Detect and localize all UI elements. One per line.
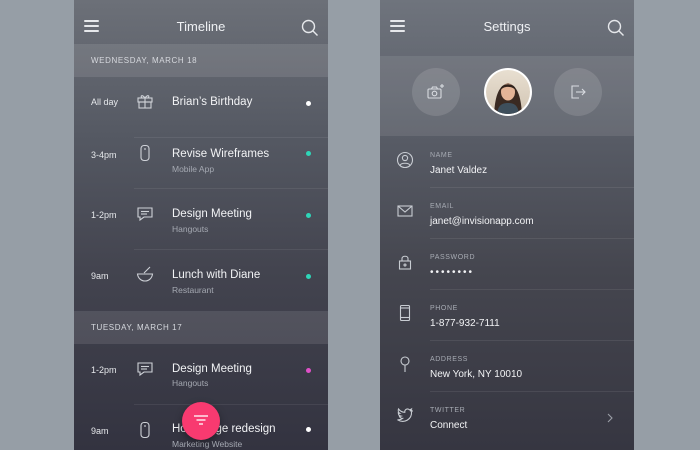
chevron-right-icon[interactable]	[606, 413, 614, 423]
event-status-dot	[306, 213, 311, 218]
chat-icon	[137, 207, 153, 222]
avatar-photo	[494, 83, 522, 114]
event-status-dot	[306, 427, 311, 432]
logout-icon	[571, 85, 586, 99]
settings-screen: Settings NAME Janet Valdez EMAIL janet@i…	[380, 0, 634, 450]
bowl-icon	[136, 266, 154, 282]
field-label: PHONE	[430, 305, 458, 312]
change-photo-button[interactable]	[412, 68, 460, 116]
event-row[interactable]: 9am Lunch with Diane Restaurant	[74, 250, 328, 311]
event-time: 1-2pm	[91, 210, 117, 220]
event-time: All day	[91, 97, 119, 107]
event-row[interactable]: 1-2pm Design Meeting Hangouts	[74, 344, 328, 405]
event-title: Revise Wireframes	[172, 148, 270, 160]
email-field[interactable]: EMAIL janet@invisionapp.com	[380, 188, 634, 239]
event-status-dot	[306, 368, 311, 373]
event-row[interactable]: 1-2pm Design Meeting Hangouts	[74, 189, 328, 250]
field-value: 1-877-932-7111	[430, 318, 500, 329]
field-value: ••••••••	[430, 267, 475, 278]
event-time: 3-4pm	[91, 150, 117, 160]
event-subtitle: Restaurant	[172, 285, 214, 295]
field-label: EMAIL	[430, 203, 455, 210]
address-field[interactable]: ADDRESS New York, NY 10010	[380, 341, 634, 392]
field-value: Janet Valdez	[430, 165, 488, 176]
day-header: TUESDAY, MARCH 17	[74, 311, 328, 344]
event-row[interactable]: 3-4pm Revise Wireframes Mobile App	[74, 128, 328, 189]
event-time: 1-2pm	[91, 365, 117, 375]
settings-top-bar: Settings	[380, 0, 634, 56]
location-pin-icon	[400, 356, 410, 372]
phone-field[interactable]: PHONE 1-877-932-7111	[380, 290, 634, 341]
field-value: Connect	[430, 420, 468, 431]
twitter-icon	[397, 407, 413, 422]
password-field[interactable]: PASSWORD ••••••••	[380, 239, 634, 290]
event-status-dot	[306, 151, 311, 156]
event-title: Lunch with Diane	[172, 269, 261, 281]
event-title: Design Meeting	[172, 363, 252, 375]
phone-icon	[399, 304, 411, 322]
user-icon	[396, 151, 414, 169]
filter-icon	[194, 415, 208, 425]
timeline-screen: Timeline WEDNESDAY, MARCH 18 All day Bri…	[74, 0, 328, 450]
field-label: ADDRESS	[430, 356, 469, 363]
field-label: NAME	[430, 152, 453, 159]
avatar[interactable]	[484, 68, 532, 116]
event-status-dot	[306, 274, 311, 279]
event-time: 9am	[91, 426, 109, 436]
camera-add-icon	[427, 84, 444, 99]
event-subtitle: Marketing Website	[172, 439, 243, 449]
field-value: janet@invisionapp.com	[430, 216, 534, 227]
name-field[interactable]: NAME Janet Valdez	[380, 137, 634, 188]
twitter-field[interactable]: TWITTER Connect	[380, 392, 634, 443]
event-subtitle: Hangouts	[172, 378, 209, 388]
search-icon[interactable]	[301, 19, 319, 37]
event-time: 9am	[91, 271, 109, 281]
event-subtitle: Mobile App	[172, 164, 215, 174]
day-header-label: TUESDAY, MARCH 17	[91, 323, 183, 332]
field-value: New York, NY 10010	[430, 369, 523, 380]
gift-icon	[137, 95, 153, 109]
day-header-label: WEDNESDAY, MARCH 18	[91, 56, 198, 65]
lock-icon	[398, 255, 412, 270]
logout-button[interactable]	[554, 68, 602, 116]
field-label: PASSWORD	[430, 254, 476, 261]
event-subtitle: Hangouts	[172, 224, 209, 234]
day-header: WEDNESDAY, MARCH 18	[74, 44, 328, 77]
mobile-icon	[140, 144, 150, 162]
profile-header	[380, 56, 634, 136]
filter-button[interactable]	[182, 402, 220, 440]
event-title: Brian’s Birthday	[172, 96, 253, 108]
mobile-icon	[140, 421, 150, 439]
timeline-title: Timeline	[176, 19, 226, 34]
field-label: TWITTER	[430, 407, 466, 414]
settings-title: Settings	[483, 19, 531, 34]
event-title: Design Meeting	[172, 208, 252, 220]
mail-icon	[397, 205, 413, 217]
event-status-dot	[306, 101, 311, 106]
search-icon[interactable]	[607, 19, 625, 37]
chat-icon	[137, 362, 153, 377]
